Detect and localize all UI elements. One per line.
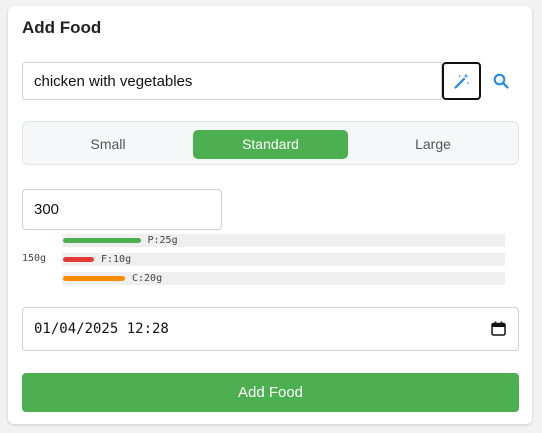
food-search-row — [22, 62, 522, 100]
add-food-button[interactable]: Add Food — [22, 373, 519, 412]
portion-size-selector: Small Standard Large — [22, 121, 519, 165]
fat-bar — [63, 257, 94, 262]
protein-bar — [63, 238, 141, 243]
add-food-card: Add Food Small Standard Large 150g P: — [8, 6, 532, 424]
search-button[interactable] — [488, 62, 514, 100]
datetime-value: 01/04/2025 12:28 — [34, 321, 169, 337]
portion-option-large[interactable]: Large — [364, 130, 502, 159]
magic-fill-button[interactable] — [442, 62, 481, 100]
food-search-input[interactable] — [22, 62, 442, 100]
carbs-bar — [63, 276, 125, 281]
portion-option-small[interactable]: Small — [39, 130, 177, 159]
fat-label: F:10g — [101, 254, 132, 265]
macro-portion-weight: 150g — [22, 253, 47, 264]
macro-row-carbs: C:20g — [62, 272, 505, 285]
macro-breakdown: 150g P:25g F:10g C:20g — [22, 234, 506, 286]
macro-row-protein: P:25g — [62, 234, 505, 247]
calendar-icon[interactable] — [491, 321, 506, 336]
card-title: Add Food — [22, 18, 102, 37]
protein-label: P:25g — [147, 235, 178, 246]
magic-wand-icon — [453, 73, 469, 89]
portion-option-standard[interactable]: Standard — [193, 130, 348, 159]
macro-row-fat: F:10g — [62, 253, 505, 266]
quantity-input[interactable] — [22, 189, 222, 230]
carbs-label: C:20g — [132, 273, 163, 284]
search-icon — [493, 73, 509, 89]
datetime-input[interactable]: 01/04/2025 12:28 — [22, 307, 519, 351]
